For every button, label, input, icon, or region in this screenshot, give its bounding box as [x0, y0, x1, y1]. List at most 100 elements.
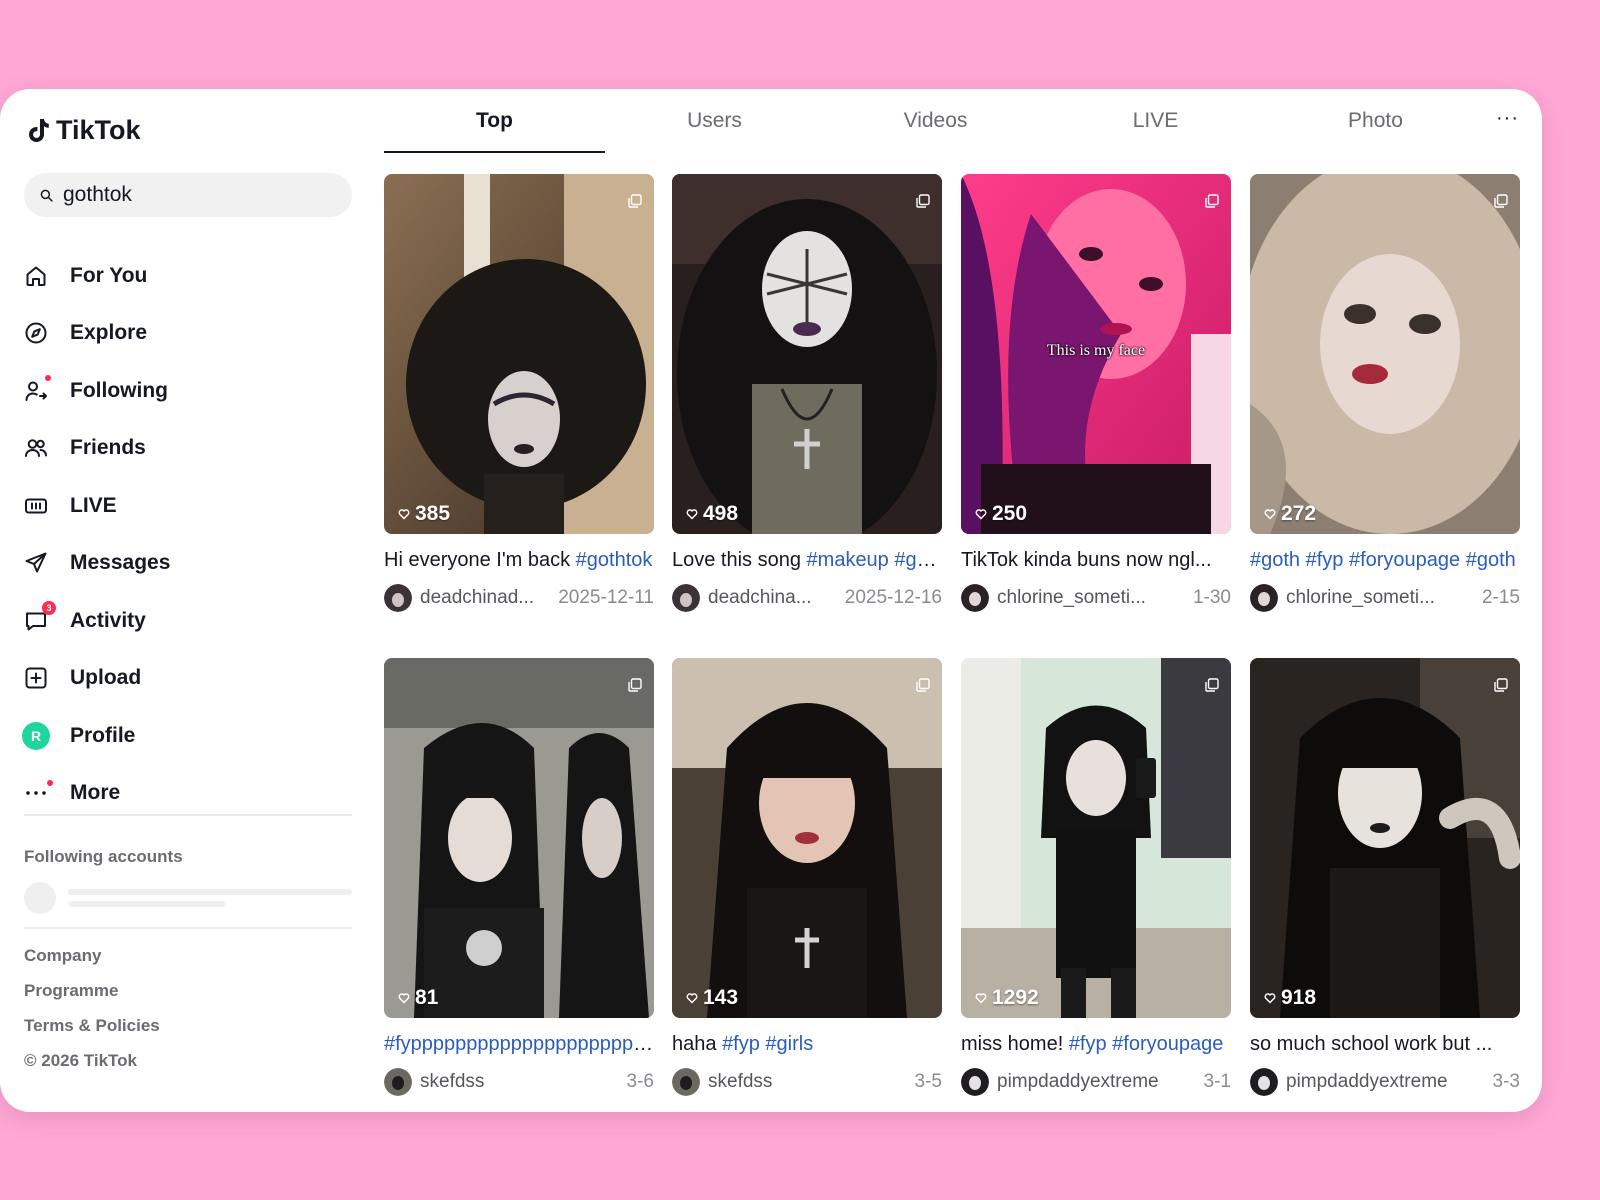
post-date: 3-6 [626, 1071, 654, 1092]
video-thumbnail[interactable]: 918 [1250, 658, 1520, 1018]
nav-messages[interactable]: Messages [24, 535, 352, 593]
sidebar-divider [24, 814, 352, 816]
user-avatar[interactable] [672, 1068, 700, 1096]
nav-upload[interactable]: Upload [24, 650, 352, 708]
video-thumbnail[interactable]: 385 [384, 174, 654, 534]
thumbnail-image [1250, 658, 1520, 1018]
video-thumbnail[interactable]: 81 [384, 658, 654, 1018]
video-card[interactable]: 385 Hi everyone I'm back #gothtok deadch… [384, 174, 654, 613]
tabs-more-button[interactable]: ··· [1496, 107, 1519, 130]
video-meta: deadchinad... 2025-12-11 [384, 583, 654, 613]
nav-label: Profile [70, 723, 136, 747]
username[interactable]: deadchinad... [420, 587, 550, 609]
video-meta: skefdss 3-6 [384, 1067, 654, 1097]
footer-terms-link[interactable]: Terms & Policies [24, 1008, 160, 1043]
video-caption[interactable]: TikTok kinda buns now ngl... [961, 549, 1231, 575]
nav-following[interactable]: Following [24, 362, 352, 420]
caption-hashtags[interactable]: #gothtok [576, 549, 653, 571]
footer-company-link[interactable]: Company [24, 938, 160, 973]
like-count: 385 [398, 502, 450, 526]
video-thumbnail[interactable]: 143 [672, 658, 942, 1018]
following-accounts-title: Following accounts [24, 847, 183, 866]
video-card[interactable]: 81 #fypppppppppppppppppppppp skefdss 3-6 [384, 658, 654, 1097]
video-meta: pimpdaddyextreme 3-1 [961, 1067, 1231, 1097]
video-caption[interactable]: Love this song #makeup #goth [672, 549, 942, 575]
nav-label: Upload [70, 666, 142, 690]
video-card[interactable]: 498 Love this song #makeup #goth deadchi… [672, 174, 942, 613]
video-caption[interactable]: haha #fyp #girls [672, 1033, 942, 1059]
video-caption[interactable]: miss home! #fyp #foryoupage [961, 1033, 1231, 1059]
video-caption[interactable]: Hi everyone I'm back #gothtok [384, 549, 654, 575]
nav-label: Explore [70, 321, 148, 345]
plus-square-icon [24, 666, 48, 690]
nav-label: Messages [70, 551, 171, 575]
like-count: 81 [398, 986, 438, 1010]
user-avatar[interactable] [961, 584, 989, 612]
caption-text: TikTok kinda buns now ngl... [961, 549, 1212, 571]
video-card[interactable]: This is my face 250 TikTok kinda buns no… [961, 174, 1231, 613]
video-card[interactable]: 1292 miss home! #fyp #foryoupage pimpdad… [961, 658, 1231, 1097]
search-input[interactable]: gothtok [24, 173, 352, 217]
loading-line-placeholder [68, 889, 352, 895]
caption-hashtags[interactable]: #goth #fyp #foryoupage #goth [1250, 549, 1516, 571]
video-thumbnail[interactable]: 272 [1250, 174, 1520, 534]
video-caption[interactable]: #goth #fyp #foryoupage #goth [1250, 549, 1520, 575]
multi-image-icon [916, 194, 930, 208]
heart-icon [686, 509, 698, 520]
post-date: 1-30 [1192, 587, 1231, 608]
username[interactable]: skefdss [708, 1071, 907, 1093]
user-avatar[interactable] [1250, 1068, 1278, 1096]
video-caption[interactable]: #fypppppppppppppppppppppp [384, 1033, 654, 1059]
video-thumbnail[interactable]: 498 [672, 174, 942, 534]
caption-hashtags[interactable]: #fypppppppppppppppppppppp [384, 1033, 654, 1055]
compass-icon [24, 321, 48, 345]
caption-hashtags[interactable]: #makeup #goth [807, 549, 942, 571]
post-date: 3-5 [914, 1071, 942, 1092]
thumbnail-image [672, 174, 942, 534]
user-avatar[interactable] [1250, 584, 1278, 612]
tab-users[interactable]: Users [604, 89, 825, 153]
nav-explore[interactable]: Explore [24, 305, 352, 363]
nav-friends[interactable]: Friends [24, 420, 352, 478]
video-thumbnail[interactable]: 1292 [961, 658, 1231, 1018]
username[interactable]: deadchina... [708, 587, 837, 609]
heart-icon [975, 993, 987, 1004]
username[interactable]: pimpdaddyextreme [1286, 1071, 1485, 1093]
tab-photo[interactable]: Photo [1265, 89, 1486, 153]
video-card[interactable]: 272 #goth #fyp #foryoupage #goth chlorin… [1250, 174, 1520, 613]
like-count: 143 [686, 986, 738, 1010]
video-caption[interactable]: so much school work but ... [1250, 1033, 1520, 1059]
footer-programme-link[interactable]: Programme [24, 973, 160, 1008]
multi-image-icon [1494, 678, 1508, 692]
caption-text: haha [672, 1033, 723, 1055]
nav-live[interactable]: LIVE [24, 477, 352, 535]
like-count: 918 [1264, 986, 1316, 1010]
tab-top[interactable]: Top [384, 89, 605, 153]
username[interactable]: pimpdaddyextreme [997, 1071, 1196, 1093]
nav-profile[interactable]: R Profile [22, 707, 352, 765]
tiktok-logo[interactable]: TikTok [26, 115, 141, 146]
user-avatar[interactable] [672, 584, 700, 612]
user-avatar[interactable] [384, 1068, 412, 1096]
multi-image-icon [628, 194, 642, 208]
activity-badge: 3 [42, 600, 56, 615]
username[interactable]: chlorine_someti... [997, 587, 1185, 609]
post-date: 3-3 [1492, 1071, 1520, 1092]
username[interactable]: skefdss [420, 1071, 619, 1093]
caption-hashtags[interactable]: #fyp #foryoupage [1069, 1033, 1224, 1055]
video-card[interactable]: 918 so much school work but ... pimpdadd… [1250, 658, 1520, 1097]
tab-live[interactable]: LIVE [1045, 89, 1266, 153]
video-card[interactable]: 143 haha #fyp #girls skefdss 3-5 [672, 658, 942, 1097]
video-thumbnail[interactable]: This is my face 250 [961, 174, 1231, 534]
nav-activity[interactable]: 3 Activity [24, 592, 352, 650]
loading-avatar-placeholder [24, 882, 56, 914]
username[interactable]: chlorine_someti... [1286, 587, 1474, 609]
tab-videos[interactable]: Videos [825, 89, 1046, 153]
search-icon [40, 189, 53, 202]
user-avatar[interactable] [384, 584, 412, 612]
search-query: gothtok [63, 183, 132, 206]
caption-hashtags[interactable]: #fyp #girls [722, 1033, 813, 1055]
user-avatar[interactable] [961, 1068, 989, 1096]
post-date: 3-1 [1203, 1071, 1231, 1092]
nav-for-you[interactable]: For You [24, 247, 352, 305]
